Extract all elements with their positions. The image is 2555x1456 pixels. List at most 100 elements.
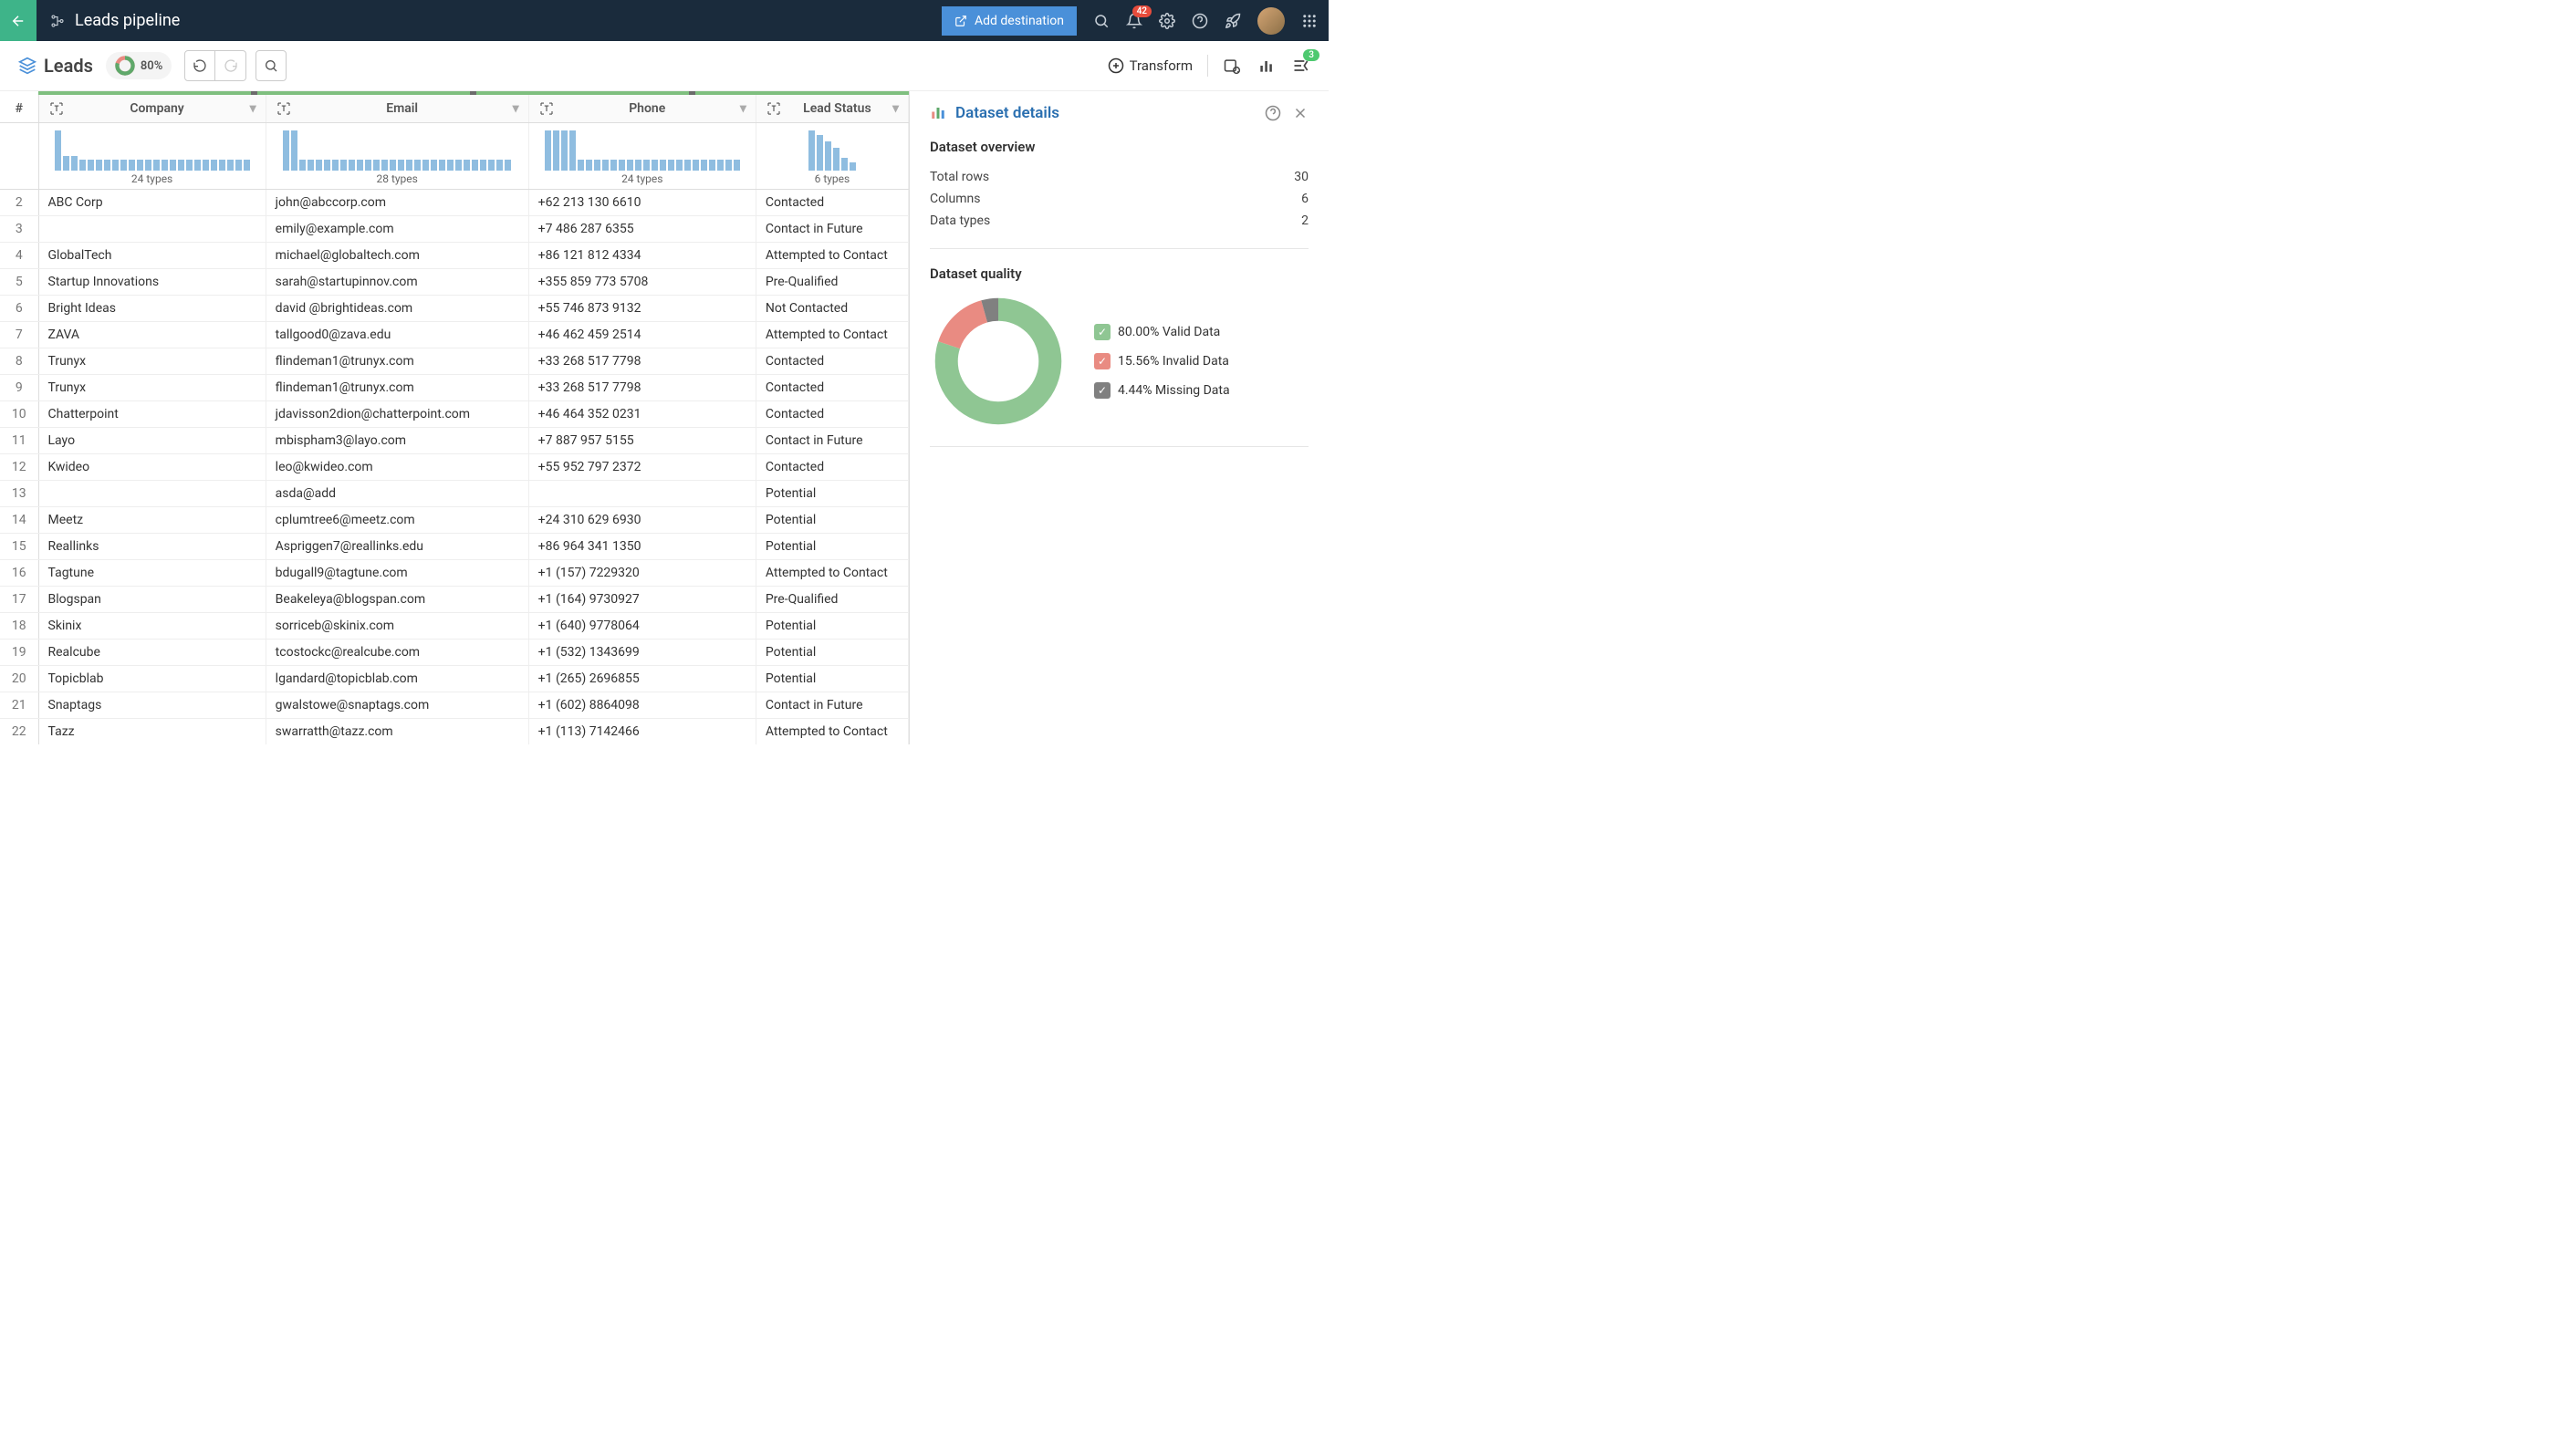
cell-phone[interactable]: +86 964 341 1350: [528, 534, 756, 560]
cell-status[interactable]: Contacted: [756, 454, 908, 481]
back-button[interactable]: [0, 0, 36, 41]
table-row[interactable]: 10Chatterpointjdavisson2dion@chatterpoin…: [0, 401, 909, 428]
gear-icon[interactable]: [1159, 13, 1175, 29]
cell-company[interactable]: [38, 481, 266, 507]
legend-missing[interactable]: ✓4.44% Missing Data: [1094, 382, 1230, 399]
cell-phone[interactable]: +355 859 773 5708: [528, 269, 756, 296]
table-row[interactable]: 16Tagtunebdugall9@tagtune.com+1 (157) 72…: [0, 560, 909, 587]
cell-company[interactable]: Tazz: [38, 719, 266, 745]
help-icon[interactable]: [1192, 13, 1208, 29]
cell-status[interactable]: Contacted: [756, 375, 908, 401]
cell-company[interactable]: ABC Corp: [38, 190, 266, 216]
transform-button[interactable]: Transform: [1108, 57, 1193, 74]
cell-email[interactable]: john@abccorp.com: [266, 190, 528, 216]
cell-status[interactable]: Potential: [756, 507, 908, 534]
cell-email[interactable]: jdavisson2dion@chatterpoint.com: [266, 401, 528, 428]
cell-status[interactable]: Attempted to Contact: [756, 243, 908, 269]
cell-phone[interactable]: +86 121 812 4334: [528, 243, 756, 269]
cell-phone[interactable]: +1 (265) 2696855: [528, 666, 756, 692]
table-row[interactable]: 12Kwideoleo@kwideo.com+55 952 797 2372Co…: [0, 454, 909, 481]
apps-grid-icon[interactable]: [1301, 13, 1318, 29]
cell-status[interactable]: Potential: [756, 481, 908, 507]
cell-company[interactable]: Meetz: [38, 507, 266, 534]
table-row[interactable]: 13asda@addPotential: [0, 481, 909, 507]
cell-email[interactable]: lgandard@topicblab.com: [266, 666, 528, 692]
cell-phone[interactable]: +1 (640) 9778064: [528, 613, 756, 640]
cell-status[interactable]: Attempted to Contact: [756, 322, 908, 348]
cell-phone[interactable]: +1 (602) 8864098: [528, 692, 756, 719]
cell-status[interactable]: Contacted: [756, 348, 908, 375]
cell-company[interactable]: GlobalTech: [38, 243, 266, 269]
table-row[interactable]: 19Realcubetcostockc@realcube.com+1 (532)…: [0, 640, 909, 666]
cell-status[interactable]: Potential: [756, 640, 908, 666]
cell-email[interactable]: tallgood0@zava.edu: [266, 322, 528, 348]
cell-company[interactable]: ZAVA: [38, 322, 266, 348]
panel-help-icon[interactable]: [1265, 105, 1281, 121]
cell-status[interactable]: Potential: [756, 534, 908, 560]
cell-company[interactable]: Layo: [38, 428, 266, 454]
column-header[interactable]: Phone▾: [528, 95, 756, 123]
table-row[interactable]: 9Trunyxflindeman1@trunyx.com+33 268 517 …: [0, 375, 909, 401]
cell-email[interactable]: sorriceb@skinix.com: [266, 613, 528, 640]
cell-email[interactable]: Beakeleya@blogspan.com: [266, 587, 528, 613]
table-search-button[interactable]: [256, 50, 287, 81]
quality-pill[interactable]: 80%: [106, 52, 172, 79]
table-row[interactable]: 2ABC Corpjohn@abccorp.com+62 213 130 661…: [0, 190, 909, 216]
table-row[interactable]: 3emily@example.com+7 486 287 6355Contact…: [0, 216, 909, 243]
legend-invalid[interactable]: ✓15.56% Invalid Data: [1094, 353, 1230, 369]
table-row[interactable]: 17BlogspanBeakeleya@blogspan.com+1 (164)…: [0, 587, 909, 613]
cell-phone[interactable]: +1 (113) 7142466: [528, 719, 756, 745]
cell-phone[interactable]: +46 464 352 0231: [528, 401, 756, 428]
table-row[interactable]: 20Topicblablgandard@topicblab.com+1 (265…: [0, 666, 909, 692]
cell-email[interactable]: asda@add: [266, 481, 528, 507]
cell-status[interactable]: Not Contacted: [756, 296, 908, 322]
search-icon[interactable]: [1093, 13, 1110, 29]
cell-status[interactable]: Contacted: [756, 190, 908, 216]
cell-email[interactable]: emily@example.com: [266, 216, 528, 243]
table-row[interactable]: 5Startup Innovationssarah@startupinnov.c…: [0, 269, 909, 296]
cell-company[interactable]: [38, 216, 266, 243]
cell-email[interactable]: flindeman1@trunyx.com: [266, 348, 528, 375]
cell-email[interactable]: gwalstowe@snaptags.com: [266, 692, 528, 719]
cell-email[interactable]: flindeman1@trunyx.com: [266, 375, 528, 401]
cell-status[interactable]: Contact in Future: [756, 216, 908, 243]
cell-phone[interactable]: +33 268 517 7798: [528, 348, 756, 375]
table-row[interactable]: 4GlobalTechmichael@globaltech.com+86 121…: [0, 243, 909, 269]
table-row[interactable]: 6Bright Ideasdavid @brightideas.com+55 7…: [0, 296, 909, 322]
cell-phone[interactable]: +62 213 130 6610: [528, 190, 756, 216]
cell-phone[interactable]: +55 746 873 9132: [528, 296, 756, 322]
cell-phone[interactable]: +7 486 287 6355: [528, 216, 756, 243]
column-header[interactable]: Email▾: [266, 95, 528, 123]
cell-company[interactable]: Chatterpoint: [38, 401, 266, 428]
table-row[interactable]: 21Snaptagsgwalstowe@snaptags.com+1 (602)…: [0, 692, 909, 719]
table-row[interactable]: 22Tazzswarratth@tazz.com+1 (113) 7142466…: [0, 719, 909, 745]
cell-company[interactable]: Realcube: [38, 640, 266, 666]
cell-email[interactable]: cplumtree6@meetz.com: [266, 507, 528, 534]
table-row[interactable]: 7ZAVAtallgood0@zava.edu+46 462 459 2514A…: [0, 322, 909, 348]
cell-status[interactable]: Pre-Qualified: [756, 587, 908, 613]
cell-phone[interactable]: +1 (164) 9730927: [528, 587, 756, 613]
cell-phone[interactable]: +55 952 797 2372: [528, 454, 756, 481]
column-header[interactable]: Company▾: [38, 95, 266, 123]
cell-company[interactable]: Tagtune: [38, 560, 266, 587]
add-destination-button[interactable]: Add destination: [942, 6, 1077, 36]
rocket-icon[interactable]: [1225, 13, 1241, 29]
cell-company[interactable]: Reallinks: [38, 534, 266, 560]
steps-icon[interactable]: 3: [1292, 57, 1310, 75]
table-row[interactable]: 8Trunyxflindeman1@trunyx.com+33 268 517 …: [0, 348, 909, 375]
cell-company[interactable]: Blogspan: [38, 587, 266, 613]
cell-status[interactable]: Potential: [756, 613, 908, 640]
table-row[interactable]: 11Layombispham3@layo.com+7 887 957 5155C…: [0, 428, 909, 454]
table-row[interactable]: 14Meetzcplumtree6@meetz.com+24 310 629 6…: [0, 507, 909, 534]
redo-button[interactable]: [215, 50, 246, 81]
undo-button[interactable]: [184, 50, 215, 81]
cell-phone[interactable]: [528, 481, 756, 507]
close-icon[interactable]: [1292, 105, 1309, 121]
table-row[interactable]: 15ReallinksAspriggen7@reallinks.edu+86 9…: [0, 534, 909, 560]
cell-company[interactable]: Startup Innovations: [38, 269, 266, 296]
cell-company[interactable]: Snaptags: [38, 692, 266, 719]
cell-phone[interactable]: +7 887 957 5155: [528, 428, 756, 454]
cell-company[interactable]: Topicblab: [38, 666, 266, 692]
cell-company[interactable]: Kwideo: [38, 454, 266, 481]
cell-phone[interactable]: +24 310 629 6930: [528, 507, 756, 534]
